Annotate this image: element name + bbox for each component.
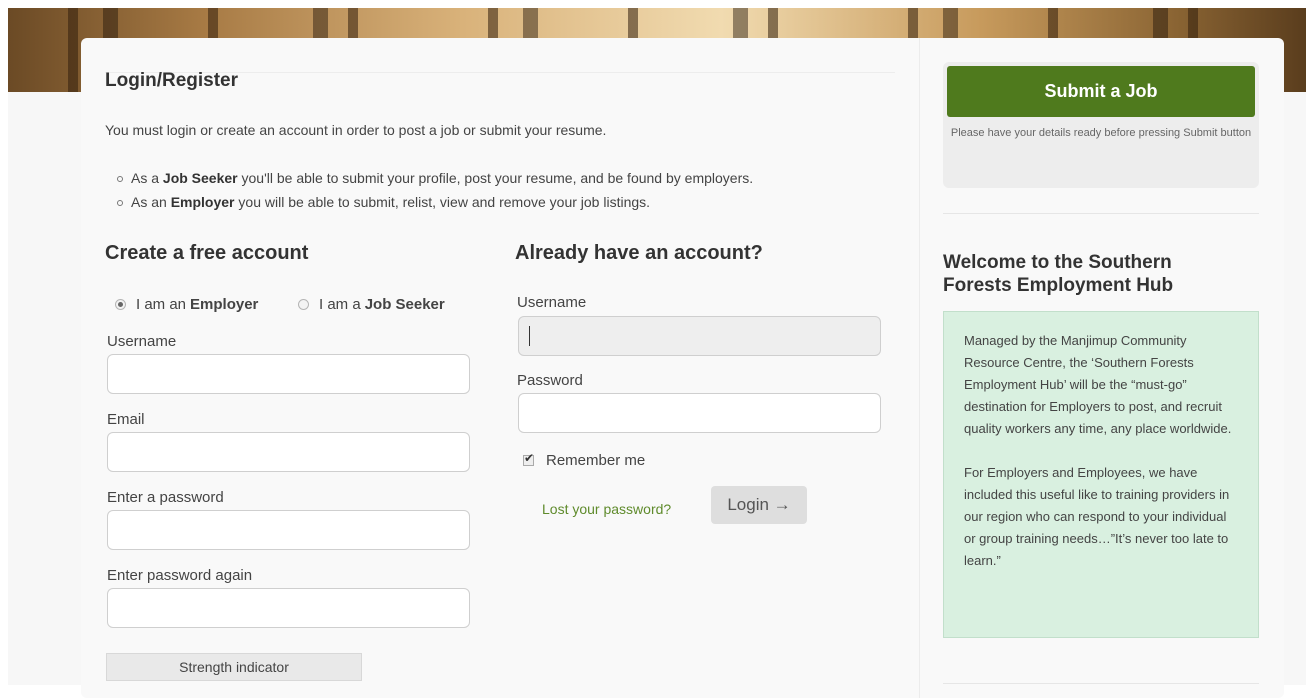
submit-job-button[interactable]: Submit a Job: [947, 66, 1255, 117]
role-list: As a Job Seeker you'll be able to submit…: [105, 166, 753, 214]
radio-employer-bold: Employer: [190, 296, 259, 313]
role-text-prefix: As an: [131, 194, 171, 210]
login-button[interactable]: Login →: [711, 486, 807, 524]
register-password-again-input[interactable]: [107, 588, 470, 628]
checkmark-icon: ✔: [524, 451, 535, 465]
password-strength-indicator: Strength indicator: [106, 653, 362, 681]
register-password-input[interactable]: [107, 510, 470, 550]
login-password-input[interactable]: [518, 393, 881, 433]
role-text-suffix: you'll be able to submit your profile, p…: [237, 170, 754, 186]
register-password-label: Enter a password: [107, 489, 224, 506]
remember-me-checkbox[interactable]: ✔ Remember me: [523, 451, 646, 469]
login-username-label: Username: [517, 294, 587, 311]
radio-job-seeker-bold: Job Seeker: [364, 296, 445, 313]
intro-text: You must login or create an account in o…: [105, 122, 607, 138]
register-username-label: Username: [107, 333, 177, 350]
radio-employer[interactable]: I am an Employer: [115, 296, 258, 313]
sidebar-divider-bottom: [943, 683, 1259, 684]
welcome-box: Managed by the Manjimup Community Resour…: [943, 311, 1259, 638]
welcome-paragraph-2: For Employers and Employees, we have inc…: [964, 465, 1230, 568]
content-card: Login/Register You must login or create …: [81, 38, 1284, 698]
register-heading: Create a free account: [105, 242, 309, 264]
sidebar-divider-top: [943, 213, 1259, 214]
register-email-input[interactable]: [107, 432, 470, 472]
login-username-input[interactable]: [518, 316, 881, 356]
role-text-suffix: you will be able to submit, relist, view…: [234, 194, 651, 210]
radio-button[interactable]: [298, 299, 309, 310]
register-username-input[interactable]: [107, 354, 470, 394]
lost-password-link[interactable]: Lost your password?: [542, 501, 671, 517]
submit-job-panel: Submit a Job Please have your details re…: [943, 62, 1259, 188]
role-text-bold: Employer: [170, 194, 235, 210]
register-email-label: Email: [107, 411, 145, 428]
login-password-label: Password: [517, 372, 583, 389]
checkbox-checked[interactable]: ✔: [523, 451, 534, 466]
welcome-title: Welcome to the Southern Forests Employme…: [943, 252, 1174, 296]
page-title: Login/Register: [105, 70, 239, 91]
radio-job-seeker-label: I am a: [319, 296, 361, 313]
role-text-prefix: As a: [131, 170, 163, 186]
sidebar-divider: [919, 38, 920, 698]
radio-button-selected[interactable]: [115, 299, 126, 310]
register-password-again-label: Enter password again: [107, 567, 253, 584]
text-caret: [529, 326, 530, 346]
radio-employer-label: I am an: [136, 296, 187, 313]
role-text-bold: Job Seeker: [162, 170, 238, 186]
login-heading: Already have an account?: [515, 242, 763, 264]
radio-job-seeker[interactable]: I am a Job Seeker: [298, 296, 445, 313]
submit-job-note: Please have your details ready before pr…: [950, 127, 1252, 139]
welcome-paragraph-1: Managed by the Manjimup Community Resour…: [964, 333, 1232, 436]
remember-me-label: Remember me: [546, 452, 646, 469]
role-item-job-seeker: As a Job Seeker you'll be able to submit…: [116, 166, 754, 190]
role-item-employer: As an Employer you will be able to submi…: [116, 190, 753, 214]
